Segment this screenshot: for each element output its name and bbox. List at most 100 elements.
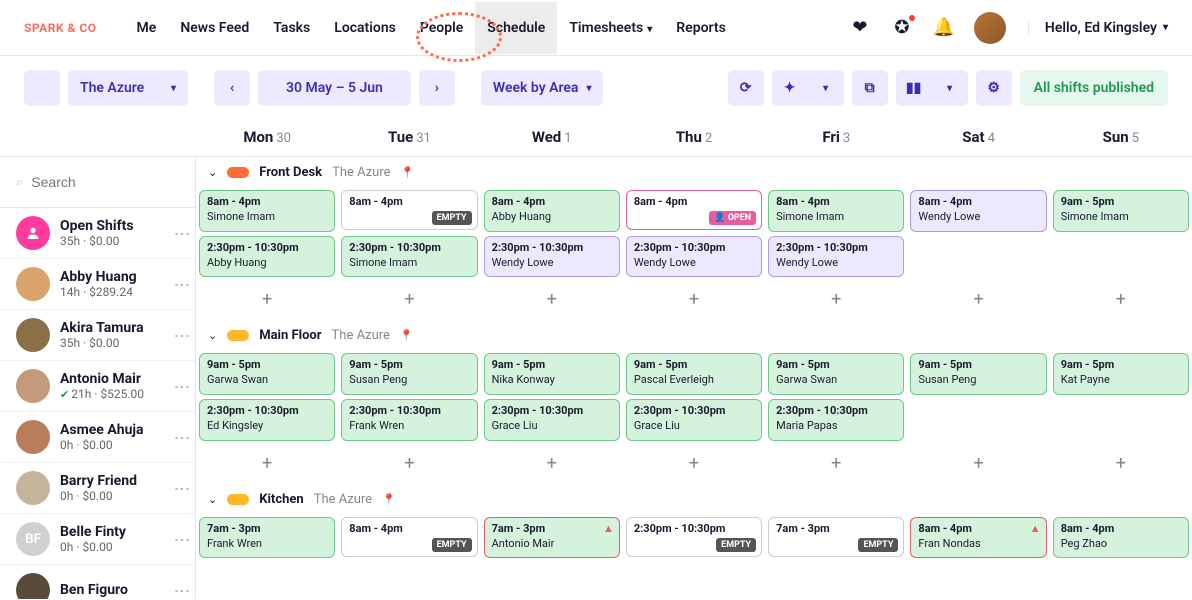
nav-timesheets[interactable]: Timesheets▾ — [557, 2, 664, 54]
shift-card[interactable]: 9am - 5pm Susan Peng — [341, 353, 477, 395]
more-icon[interactable]: ⋮ — [179, 583, 185, 598]
add-shift-button[interactable]: + — [481, 443, 623, 484]
shift-card[interactable]: 8am - 4pm EMPTY — [341, 517, 477, 557]
location-pin-button[interactable] — [24, 70, 60, 106]
day-cell: 8am - 4pm 👤 OPEN — [623, 188, 765, 234]
shift-card[interactable]: 8am - 4pm Simone Imam — [199, 190, 335, 232]
add-shift-button[interactable]: + — [481, 279, 623, 320]
shift-card[interactable]: 8am - 4pm 👤 OPEN — [626, 190, 762, 230]
shift-card[interactable]: 2:30pm - 10:30pm Grace Liu — [626, 399, 762, 441]
shift-time: 2:30pm - 10:30pm — [492, 241, 612, 256]
add-shift-button[interactable]: + — [1050, 443, 1192, 484]
more-icon[interactable]: ⋮ — [179, 379, 185, 394]
help-icon[interactable]: ✪ — [890, 16, 914, 40]
nav-schedule[interactable]: Schedule — [475, 2, 557, 54]
add-shift-button[interactable]: + — [338, 443, 480, 484]
shift-card[interactable]: 8am - 4pm Wendy Lowe — [910, 190, 1046, 232]
settings-button[interactable]: ⚙ — [976, 70, 1012, 106]
person-row[interactable]: Abby Huang 14h · $289.24 ⋮ — [0, 259, 195, 310]
add-shift-button[interactable]: + — [623, 279, 765, 320]
more-icon[interactable]: ⋮ — [179, 481, 185, 496]
more-icon[interactable]: ⋮ — [179, 277, 185, 292]
shift-card[interactable]: 7am - 3pm Antonio Mair▲ — [484, 517, 620, 559]
chevron-down-icon[interactable]: ⌄ — [208, 329, 217, 342]
shift-card[interactable]: 2:30pm - 10:30pm Grace Liu — [484, 399, 620, 441]
nav-me[interactable]: Me — [125, 2, 169, 54]
person-name: Open Shifts — [60, 218, 134, 234]
person-row[interactable]: BF Belle Finty 0h · $0.00 ⋮ — [0, 514, 195, 565]
bell-icon[interactable]: 🔔 — [932, 16, 956, 40]
shift-card[interactable]: 8am - 4pm Peg Zhao — [1053, 517, 1189, 559]
nav-news-feed[interactable]: News Feed — [168, 2, 261, 54]
favorites-icon[interactable]: ❤ — [848, 16, 872, 40]
user-greeting[interactable]: Hello, Ed Kingsley▾ — [1028, 20, 1168, 36]
person-row[interactable]: Asmee Ahuja 0h · $0.00 ⋮ — [0, 412, 195, 463]
shift-card[interactable]: 2:30pm - 10:30pm Abby Huang — [199, 236, 335, 278]
area-header[interactable]: ⌄ Main Floor The Azure 📍 — [196, 320, 1192, 351]
person-row[interactable]: Ben Figuro ⋮ — [0, 565, 195, 599]
shift-card[interactable]: 2:30pm - 10:30pm Wendy Lowe — [484, 236, 620, 278]
add-shift-button[interactable]: + — [907, 443, 1049, 484]
view-mode-selector[interactable]: Week by Area▾ — [481, 70, 604, 106]
area-header[interactable]: ⌄ Front Desk The Azure 📍 — [196, 157, 1192, 188]
nav-tasks[interactable]: Tasks — [261, 2, 322, 54]
shift-card[interactable]: 9am - 5pm Garwa Swan — [199, 353, 335, 395]
shift-time: 9am - 5pm — [776, 358, 896, 373]
location-selector[interactable]: The Azure▾ — [68, 70, 188, 106]
person-row[interactable]: Antonio Mair ✔21h · $525.00 ⋮ — [0, 361, 195, 412]
shift-card[interactable]: 2:30pm - 10:30pm Wendy Lowe — [768, 236, 904, 278]
prev-week-button[interactable]: ‹ — [214, 70, 250, 106]
person-row[interactable]: Barry Friend 0h · $0.00 ⋮ — [0, 463, 195, 514]
shift-card[interactable]: 9am - 5pm Nika Konway — [484, 353, 620, 395]
shift-card[interactable]: 8am - 4pm EMPTY — [341, 190, 477, 230]
user-avatar[interactable] — [974, 12, 1006, 44]
shift-card[interactable]: 9am - 5pm Kat Payne — [1053, 353, 1189, 395]
shift-card[interactable]: 8am - 4pm Fran Nondas▲ — [910, 517, 1046, 559]
shift-card[interactable]: 2:30pm - 10:30pm Simone Imam — [341, 236, 477, 278]
shift-card[interactable]: 9am - 5pm Susan Peng — [910, 353, 1046, 395]
person-row[interactable]: Akira Tamura 35h · $0.00 ⋮ — [0, 310, 195, 361]
nav-locations[interactable]: Locations — [322, 2, 408, 54]
more-icon[interactable]: ⋮ — [179, 328, 185, 343]
shift-card[interactable]: 2:30pm - 10:30pm Frank Wren — [341, 399, 477, 441]
add-shift-button[interactable]: + — [765, 279, 907, 320]
shift-card[interactable]: 8am - 4pm Abby Huang — [484, 190, 620, 232]
add-shift-button[interactable]: + — [907, 279, 1049, 320]
shift-card[interactable]: 2:30pm - 10:30pm Wendy Lowe — [626, 236, 762, 278]
person-row[interactable]: Open Shifts 35h · $0.00 ⋮ — [0, 208, 195, 259]
refresh-button[interactable]: ⟳ — [728, 70, 764, 106]
shift-card[interactable]: 2:30pm - 10:30pm Ed Kingsley — [199, 399, 335, 441]
nav-people[interactable]: People — [408, 2, 475, 54]
shift-card[interactable]: 7am - 3pm Frank Wren — [199, 517, 335, 559]
shift-card[interactable]: 9am - 5pm Garwa Swan — [768, 353, 904, 395]
shift-card[interactable]: 9am - 5pm Simone Imam — [1053, 190, 1189, 232]
more-icon[interactable]: ⋮ — [179, 226, 185, 241]
search-input[interactable] — [31, 174, 196, 190]
add-shift-button[interactable]: + — [623, 443, 765, 484]
shift-card[interactable]: 2:30pm - 10:30pm Maria Papas — [768, 399, 904, 441]
add-shift-button[interactable]: + — [1050, 279, 1192, 320]
shift-card[interactable]: 8am - 4pm Simone Imam — [768, 190, 904, 232]
shift-card[interactable]: 7am - 3pm EMPTY — [768, 517, 904, 557]
shift-card[interactable]: 2:30pm - 10:30pm EMPTY — [626, 517, 762, 557]
magic-button[interactable]: ✦ — [772, 70, 808, 106]
shift-time: 2:30pm - 10:30pm — [634, 241, 754, 256]
copy-button[interactable]: ⧉ — [852, 70, 888, 106]
stats-dropdown[interactable]: ▾ — [932, 70, 968, 106]
add-shift-button[interactable]: + — [196, 443, 338, 484]
chevron-down-icon[interactable]: ⌄ — [208, 166, 217, 179]
stats-button[interactable]: ▮▮ — [896, 70, 932, 106]
date-range-display[interactable]: 30 May – 5 Jun — [258, 70, 411, 106]
area-header[interactable]: ⌄ Kitchen The Azure 📍 — [196, 484, 1192, 515]
add-shift-button[interactable]: + — [765, 443, 907, 484]
magic-dropdown[interactable]: ▾ — [808, 70, 844, 106]
shift-time: 8am - 4pm — [492, 195, 612, 210]
chevron-down-icon[interactable]: ⌄ — [208, 493, 217, 506]
add-shift-button[interactable]: + — [196, 279, 338, 320]
more-icon[interactable]: ⋮ — [179, 532, 185, 547]
next-week-button[interactable]: › — [419, 70, 455, 106]
add-shift-button[interactable]: + — [338, 279, 480, 320]
more-icon[interactable]: ⋮ — [179, 430, 185, 445]
shift-card[interactable]: 9am - 5pm Pascal Everleigh — [626, 353, 762, 395]
nav-reports[interactable]: Reports — [664, 2, 738, 54]
